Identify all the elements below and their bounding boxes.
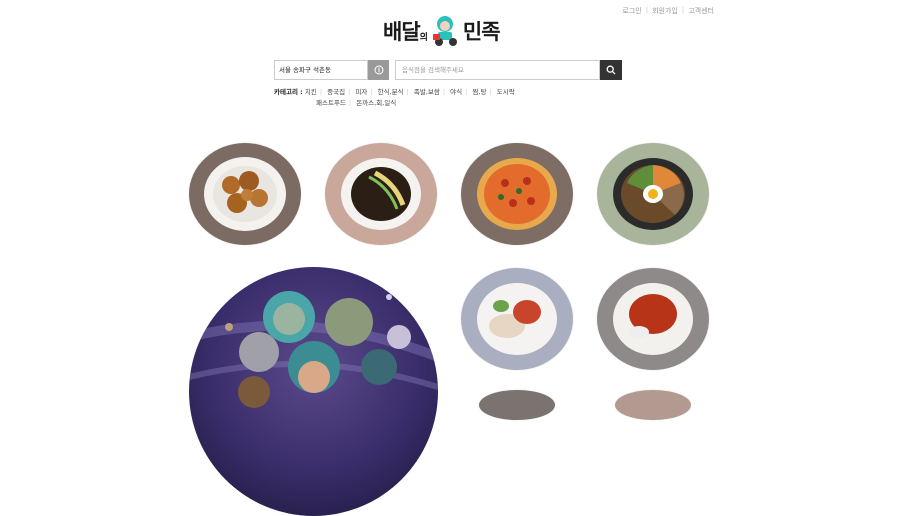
spicy-food-icon [613,283,693,355]
divider: | [645,6,649,14]
category-chicken[interactable]: 치킨 [305,88,317,96]
jajangmyeon-plate[interactable] [325,143,437,245]
divider: | [681,6,685,14]
support-link[interactable]: 고객센터 [688,6,714,16]
space-characters-icon [189,267,438,516]
category-lunchbox[interactable]: 도시락 [497,88,515,96]
pizza-icon [477,158,557,230]
login-link[interactable]: 로그인 [622,6,641,16]
search-bar: 서울 송파구 석촌동 음식점을 검색해주세요 [274,60,622,80]
location-icon [374,65,383,75]
bibimbap-plate[interactable] [597,143,709,245]
category-japanese[interactable]: 돈까스,회,일식 [356,99,396,107]
category-fastfood[interactable]: 패스트푸드 [316,99,346,107]
tteokbokki-plate[interactable] [597,268,709,370]
category-pizza[interactable]: 피자 [355,88,367,96]
location-button[interactable] [368,60,389,80]
category-list: 카테고리 : 치킨 | 중국집 | 피자 | 한식,분식 | 족발,보쌈 | 야식 | 찜,… [274,88,515,107]
food-plate-partial[interactable] [615,390,691,420]
baemin-logo[interactable]: 배달 의 민족 [383,14,501,48]
address-field[interactable]: 서울 송파구 석촌동 [274,60,368,80]
search-icon [606,65,616,75]
chicken-plate[interactable] [189,143,301,245]
logo-text-1: 배달 [383,20,421,44]
food-plate-partial[interactable] [479,390,555,420]
category-stew[interactable]: 찜,탕 [472,88,486,96]
mascot-icon [428,14,462,48]
category-chinese[interactable]: 중국집 [327,88,345,96]
bossam-plate[interactable] [461,268,573,370]
search-button[interactable] [600,60,622,80]
logo-text-2: 민족 [462,20,501,44]
chicken-icon [204,157,286,231]
category-late-night[interactable]: 야식 [450,88,462,96]
noodle-icon [341,158,421,230]
promo-illustration[interactable] [189,267,438,516]
category-title: 카테고리 : [274,88,303,96]
signup-link[interactable]: 회원가입 [652,6,678,16]
bibimbap-icon [613,158,693,230]
search-input[interactable]: 음식점을 검색해주세요 [395,60,600,80]
top-links: 로그인 | 회원가입 | 고객센터 [622,6,714,16]
logo-text-mid: 의 [419,32,428,43]
category-korean[interactable]: 한식,분식 [378,88,404,96]
pizza-plate[interactable] [461,143,573,245]
category-jokbal[interactable]: 족발,보쌈 [414,88,440,96]
bossam-icon [477,283,557,355]
